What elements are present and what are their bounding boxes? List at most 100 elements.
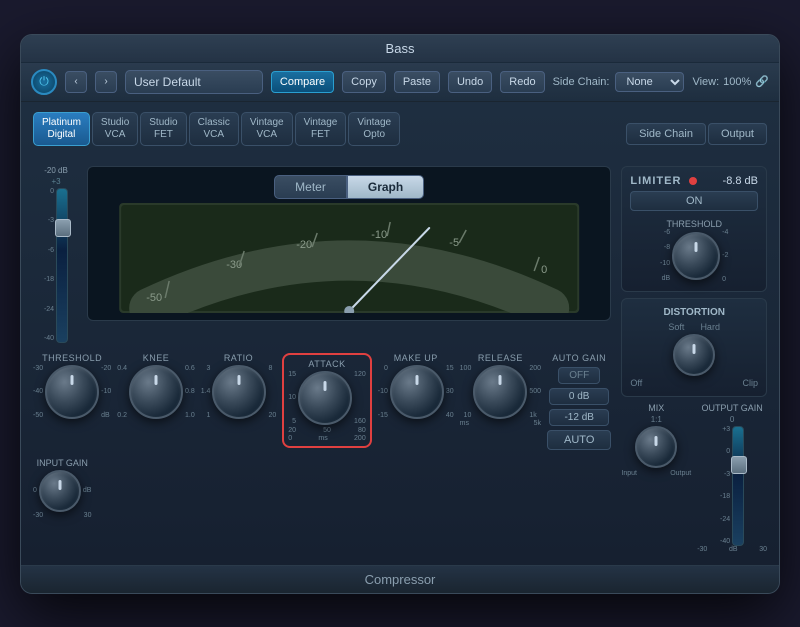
input-gain-scale: 0 -3 -6 -18 -24 -40 bbox=[44, 188, 54, 343]
input-gain-label-bottom: INPUT GAIN bbox=[37, 458, 88, 468]
compare-button[interactable]: Compare bbox=[271, 71, 334, 93]
meter-display: Meter Graph -50 -3 bbox=[87, 166, 611, 321]
distortion-panel: DISTORTION Soft Hard Off Clip bbox=[621, 298, 767, 397]
side-chain-area: Side Chain: None bbox=[553, 72, 685, 92]
meter-tab[interactable]: Meter bbox=[274, 175, 347, 199]
right-panel: LIMITER -8.8 dB ON THRESHOLD -6 -8 -10 d… bbox=[621, 166, 767, 553]
input-gain-knob[interactable] bbox=[39, 470, 81, 512]
prev-button[interactable]: ‹ bbox=[65, 71, 87, 93]
redo-button[interactable]: Redo bbox=[500, 71, 544, 93]
makeup-knob-row: 0 -10 -15 15 30 40 bbox=[378, 365, 454, 419]
main-content: -20 dB +3 0 -3 -6 -18 -24 -40 bbox=[33, 166, 767, 553]
minus12-db-button[interactable]: -12 dB bbox=[549, 409, 609, 426]
clip-label: Clip bbox=[742, 378, 758, 388]
threshold-knob-row: -30 -40 -50 -20 -10 dB bbox=[33, 365, 111, 419]
tab-vintage-opto[interactable]: Vintage Opto bbox=[348, 112, 400, 146]
release-group: RELEASE 100 10 200 500 1k bbox=[460, 353, 541, 427]
view-value: 100% bbox=[723, 76, 751, 88]
distortion-label: DISTORTION bbox=[630, 307, 758, 318]
knee-knob[interactable] bbox=[129, 365, 183, 419]
threshold-knob[interactable] bbox=[45, 365, 99, 419]
threshold-label-right: THRESHOLD bbox=[630, 219, 758, 229]
limiter-status-dot bbox=[689, 177, 697, 185]
side-chain-tab[interactable]: Side Chain bbox=[626, 123, 706, 145]
bottom-label: Compressor bbox=[365, 572, 436, 587]
mix-group: MIX 1:1 Input Output bbox=[621, 403, 691, 553]
auto-gain-off-button[interactable]: OFF bbox=[558, 367, 600, 384]
title-bar: Bass bbox=[21, 35, 779, 63]
tab-studio-fet[interactable]: Studio FET bbox=[140, 112, 186, 146]
ratio-group: RATIO 3 1.4 1 8 20 bbox=[201, 353, 277, 419]
ratio-label: RATIO bbox=[224, 353, 253, 363]
limiter-threshold-knob[interactable] bbox=[672, 232, 720, 280]
power-button[interactable]: ⏻ bbox=[31, 69, 57, 95]
left-area: -20 dB +3 0 -3 -6 -18 -24 -40 bbox=[33, 166, 611, 553]
off-clip-row: Off Clip bbox=[630, 378, 758, 388]
copy-button[interactable]: Copy bbox=[342, 71, 386, 93]
mix-output-row: MIX 1:1 Input Output OUTPUT GAIN 0 bbox=[621, 403, 767, 553]
makeup-knob[interactable] bbox=[390, 365, 444, 419]
threshold-label: THRESHOLD bbox=[42, 353, 102, 363]
knee-group: KNEE 0.4 0.2 0.6 0.8 1.0 bbox=[117, 353, 194, 419]
preset-tabs: Platinum Digital Studio VCA Studio FET C… bbox=[33, 112, 400, 146]
view-label: View: bbox=[692, 76, 719, 88]
release-knob[interactable] bbox=[473, 365, 527, 419]
threshold-knob-area: -6 -8 -10 dB -4 -2 0 bbox=[630, 229, 758, 283]
release-label: RELEASE bbox=[478, 353, 523, 363]
soft-hard-row: Soft Hard bbox=[630, 322, 758, 332]
auto-button[interactable]: AUTO bbox=[547, 430, 611, 450]
release-scale: ms 5k bbox=[460, 420, 541, 427]
tab-vintage-vca[interactable]: Vintage VCA bbox=[241, 112, 293, 146]
svg-text:0: 0 bbox=[541, 264, 547, 276]
attack-label: ATTACK bbox=[308, 359, 345, 369]
ratio-knob[interactable] bbox=[212, 365, 266, 419]
plugin-window: Bass ⏻ ‹ › User Default Compare Copy Pas… bbox=[20, 34, 780, 594]
next-button[interactable]: › bbox=[95, 71, 117, 93]
output-gain-fader[interactable] bbox=[732, 426, 744, 546]
preset-dropdown[interactable]: User Default bbox=[125, 70, 263, 94]
vu-meter-svg: -50 -30 -20 -10 -5 0 bbox=[88, 203, 610, 313]
svg-text:-5: -5 bbox=[449, 237, 459, 249]
output-gain-group: OUTPUT GAIN 0 +3 0 -3 -18 -24 -40 bbox=[697, 403, 767, 553]
tab-studio-vca[interactable]: Studio VCA bbox=[92, 112, 138, 146]
preset-tabs-row: Platinum Digital Studio VCA Studio FET C… bbox=[33, 112, 767, 156]
mix-ratio: 1:1 bbox=[651, 415, 662, 424]
release-knob-row: 100 10 200 500 1k bbox=[460, 365, 541, 419]
limiter-header: LIMITER -8.8 dB bbox=[630, 175, 758, 187]
main-body: Platinum Digital Studio VCA Studio FET C… bbox=[21, 102, 779, 565]
all-controls: THRESHOLD -30 -40 -50 -20 -10 d bbox=[33, 353, 611, 450]
tab-vintage-fet[interactable]: Vintage FET bbox=[295, 112, 347, 146]
undo-button[interactable]: Undo bbox=[448, 71, 492, 93]
window-title: Bass bbox=[386, 41, 415, 56]
distortion-knob[interactable] bbox=[673, 334, 715, 376]
soft-label: Soft bbox=[668, 322, 684, 332]
input-gain-fader-area: 0 -3 -6 -18 -24 -40 bbox=[44, 188, 68, 343]
auto-gain-group: AUTO GAIN OFF 0 dB -12 dB AUTO bbox=[547, 353, 611, 450]
side-chain-dropdown[interactable]: None bbox=[615, 72, 684, 92]
knee-knob-row: 0.4 0.2 0.6 0.8 1.0 bbox=[117, 365, 194, 419]
auto-gain-label: AUTO GAIN bbox=[552, 353, 606, 363]
ratio-knob-row: 3 1.4 1 8 20 bbox=[201, 365, 277, 419]
meter-input-row: -20 dB +3 0 -3 -6 -18 -24 -40 bbox=[33, 166, 611, 343]
limiter-on-button[interactable]: ON bbox=[630, 191, 758, 211]
zero-db-button[interactable]: 0 dB bbox=[549, 388, 609, 405]
makeup-label: MAKE UP bbox=[394, 353, 438, 363]
output-gain-thumb bbox=[731, 456, 747, 474]
graph-tab[interactable]: Graph bbox=[347, 175, 424, 199]
paste-button[interactable]: Paste bbox=[394, 71, 440, 93]
svg-text:-50: -50 bbox=[146, 292, 162, 304]
output-tab[interactable]: Output bbox=[708, 123, 767, 145]
attack-knob[interactable] bbox=[298, 371, 352, 425]
attack-bottom-scale: 0 ms 200 bbox=[288, 435, 365, 442]
attack-group: ATTACK 15 10 5 120 160 bbox=[282, 353, 371, 448]
link-icon[interactable]: 🔗 bbox=[755, 75, 769, 88]
output-gain-fader-area: +3 0 -3 -18 -24 -40 bbox=[720, 426, 744, 546]
input-gain-fader[interactable] bbox=[56, 188, 68, 343]
tab-platinum-digital[interactable]: Platinum Digital bbox=[33, 112, 90, 146]
mix-knob[interactable] bbox=[635, 426, 677, 468]
off-label: Off bbox=[630, 378, 642, 388]
bottom-knobs-row: INPUT GAIN 0 dB -30 30 bbox=[33, 458, 611, 519]
tab-classic-vca[interactable]: Classic VCA bbox=[189, 112, 239, 146]
limiter-value: -8.8 dB bbox=[723, 175, 758, 187]
svg-text:-20: -20 bbox=[296, 239, 312, 251]
